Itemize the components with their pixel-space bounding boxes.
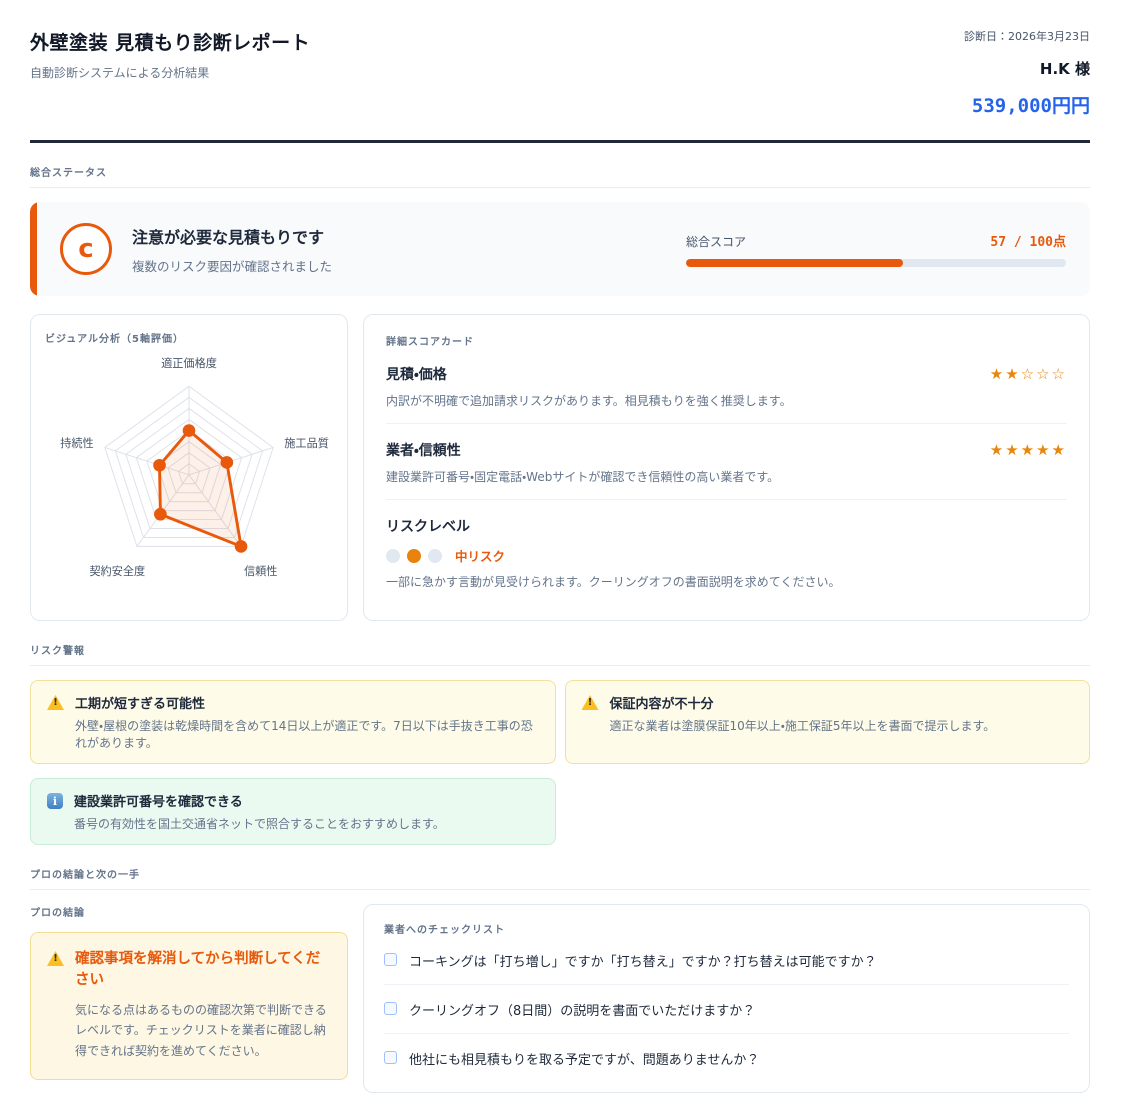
alert-desc: 適正な業者は塗膜保証10年以上・施工保証5年以上を書面で提示します。	[610, 717, 996, 734]
warning-icon	[582, 695, 599, 710]
score-card: 詳細スコアカード 見積・価格 ★★☆☆☆ 内訳が不明確で追加請求リスクがあります…	[363, 314, 1090, 621]
checklist-item[interactable]: 他社にも相見積もりを取る予定ですが、問題ありませんか？	[384, 1034, 1069, 1082]
status-subtitle: 複数のリスク要因が確認されました	[132, 256, 332, 275]
status-title: 注意が必要な見積もりです	[132, 224, 332, 248]
diagnosis-date: 診断日：2026年3月23日	[964, 28, 1090, 44]
header-divider	[30, 140, 1090, 143]
score-item-title: 見積・価格	[386, 364, 447, 384]
conclusion-grid: プロの結論 確認事項を解消してから判断してください 気になる点はあるものの確認次…	[30, 904, 1090, 1093]
score-card-label: 詳細スコアカード	[386, 333, 1067, 348]
alerts-grid: 工期が短すぎる可能性 外壁・屋根の塗装は乾燥時間を含めて14日以上が適正です。7…	[30, 680, 1090, 845]
alert-schedule: 工期が短すぎる可能性 外壁・屋根の塗装は乾燥時間を含めて14日以上が適正です。7…	[30, 680, 556, 764]
header-left: 外壁塗装 見積もり診断レポート 自動診断システムによる分析結果	[30, 28, 310, 81]
radar-chart: 適正価格度施工品質信頼性 契約安全度 持続性	[45, 347, 333, 589]
risk-level-title: リスクレベル	[386, 516, 1067, 536]
section-label-status: 総合ステータス	[30, 164, 1090, 188]
grade-badge: C	[60, 223, 112, 275]
risk-dot-mid	[407, 549, 421, 563]
warning-icon	[47, 951, 64, 966]
customer-name: H.K 様	[964, 58, 1090, 79]
risk-level-item: リスクレベル 中リスク 一部に急かす言動が見受けられます。クーリングオフの書面説…	[386, 500, 1067, 604]
checklist-item-text: 他社にも相見積もりを取る予定ですが、問題ありませんか？	[409, 1049, 759, 1068]
section-label-alerts: リスク警報	[30, 642, 1090, 666]
quote-price: 539,000円円	[964, 91, 1090, 118]
header-right: 診断日：2026年3月23日 H.K 様 539,000円円	[964, 28, 1090, 118]
conclusion-column: プロの結論 確認事項を解消してから判断してください 気になる点はあるものの確認次…	[30, 904, 348, 1093]
score-row: 総合スコア 57 / 100点	[686, 231, 1066, 250]
score-item-title: 業者・信頼性	[386, 440, 461, 460]
score-value: 57 / 100点	[990, 231, 1066, 250]
alert-title: 工期が短すぎる可能性	[75, 693, 539, 712]
risk-dot-high	[428, 549, 442, 563]
status-text: 注意が必要な見積もりです 複数のリスク要因が確認されました	[132, 224, 332, 275]
status-banner: C 注意が必要な見積もりです 複数のリスク要因が確認されました 総合スコア 57…	[30, 202, 1090, 296]
analysis-grid: ビジュアル分析（5軸評価） 適正価格度施工品質信頼性 契約安全度 持続性 詳細スコア…	[30, 314, 1090, 621]
info-icon: i	[47, 793, 63, 809]
score-item-contractor: 業者・信頼性 ★★★★★ 建設業許可番号・固定電話・Webサイトが確認でき信頼性…	[386, 424, 1067, 500]
warning-icon	[47, 695, 64, 710]
checklist-label: 業者へのチェックリスト	[384, 921, 1069, 936]
score-item-desc: 内訳が不明確で追加請求リスクがあります。相見積もりを強く推奨します。	[386, 392, 1067, 409]
checklist-item[interactable]: コーキングは「打ち増し」ですか「打ち替え」ですか？打ち替えは可能ですか？	[384, 936, 1069, 985]
conclusion-card: 確認事項を解消してから判断してください 気になる点はあるものの確認次第で判断でき…	[30, 932, 348, 1080]
checklist-card: 業者へのチェックリスト コーキングは「打ち増し」ですか「打ち替え」ですか？打ち替…	[363, 904, 1090, 1093]
page-subtitle: 自動診断システムによる分析結果	[30, 64, 310, 81]
svg-text:適正価格度: 適正価格度	[161, 356, 217, 370]
alert-desc: 番号の有効性を国土交通省ネットで照合することをおすすめします。	[74, 815, 445, 832]
checkbox[interactable]	[384, 1002, 397, 1015]
svg-text:施工品質: 施工品質	[284, 436, 329, 450]
page-title: 外壁塗装 見積もり診断レポート	[30, 28, 310, 55]
alert-warranty: 保証内容が不十分 適正な業者は塗膜保証10年以上・施工保証5年以上を書面で提示し…	[565, 680, 1091, 764]
svg-text:信頼性: 信頼性	[244, 564, 278, 578]
svg-text:持続性: 持続性	[60, 436, 94, 450]
section-label-conclusion: プロの結論と次の一手	[30, 866, 1090, 890]
total-score-block: 総合スコア 57 / 100点	[686, 231, 1066, 267]
checkbox[interactable]	[384, 953, 397, 966]
checklist-item[interactable]: クーリングオフ（8日間）の説明を書面でいただけますか？	[384, 985, 1069, 1034]
radar-chart-wrap: 適正価格度施工品質信頼性 契約安全度 持続性	[45, 347, 333, 589]
risk-level-label: 中リスク	[455, 546, 505, 565]
score-item-desc: 建設業許可番号・固定電話・Webサイトが確認でき信頼性の高い業者です。	[386, 468, 1067, 485]
risk-dot-low	[386, 549, 400, 563]
alert-title: 建設業許可番号を確認できる	[74, 791, 445, 810]
star-rating: ★★★★★	[990, 441, 1067, 459]
score-label: 総合スコア	[686, 233, 746, 250]
score-item-price: 見積・価格 ★★☆☆☆ 内訳が不明確で追加請求リスクがあります。相見積もりを強く…	[386, 348, 1067, 424]
conclusion-sub-label: プロの結論	[30, 904, 348, 919]
report-header: 外壁塗装 見積もり診断レポート 自動診断システムによる分析結果 診断日：2026…	[30, 28, 1090, 118]
report-page: 外壁塗装 見積もり診断レポート 自動診断システムによる分析結果 診断日：2026…	[0, 0, 1123, 1093]
checklist-item-text: クーリングオフ（8日間）の説明を書面でいただけますか？	[409, 1000, 755, 1019]
checkbox[interactable]	[384, 1051, 397, 1064]
checklist-item-text: コーキングは「打ち増し」ですか「打ち替え」ですか？打ち替えは可能ですか？	[409, 951, 877, 970]
score-progress-track	[686, 259, 1066, 267]
conclusion-desc: 気になる点はあるものの確認次第で判断できるレベルです。チェックリストを業者に確認…	[75, 1000, 331, 1061]
radar-chart-card: ビジュアル分析（5軸評価） 適正価格度施工品質信頼性 契約安全度 持続性	[30, 314, 348, 621]
alert-title: 保証内容が不十分	[610, 693, 996, 712]
alert-desc: 外壁・屋根の塗装は乾燥時間を含めて14日以上が適正です。7日以下は手抜き工事の恐…	[75, 717, 539, 751]
score-progress-fill	[686, 259, 903, 267]
conclusion-title: 確認事項を解消してから判断してください	[75, 949, 331, 991]
svg-text:契約安全度: 契約安全度	[89, 564, 145, 578]
radar-card-label: ビジュアル分析（5軸評価）	[45, 330, 333, 345]
risk-level-dots: 中リスク	[386, 546, 1067, 565]
status-accent-bar	[30, 202, 37, 296]
risk-level-desc: 一部に急かす言動が見受けられます。クーリングオフの書面説明を求めてください。	[386, 573, 1067, 590]
alert-license: i 建設業許可番号を確認できる 番号の有効性を国土交通省ネットで照合することをお…	[30, 778, 556, 845]
star-rating: ★★☆☆☆	[990, 365, 1067, 383]
